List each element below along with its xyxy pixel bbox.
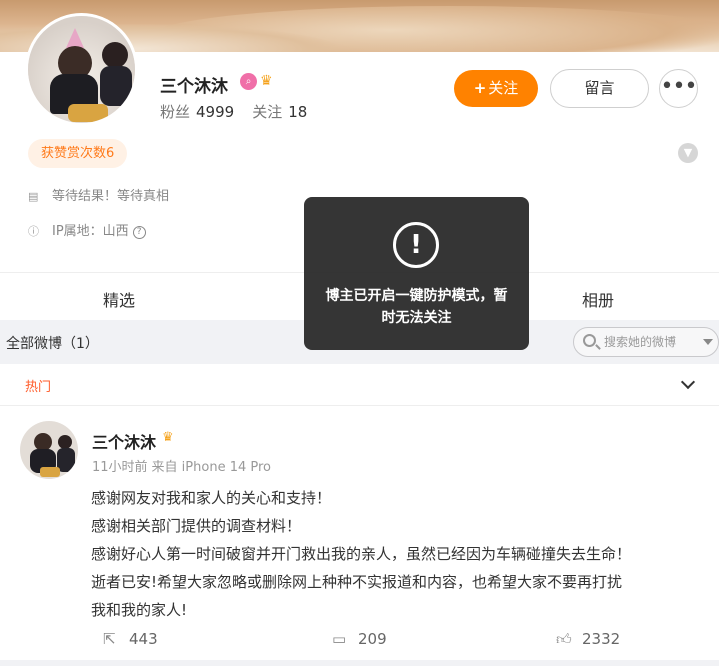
post-meta: 11小时前 来自 iPhone 14 Pro — [92, 456, 271, 475]
profile-name: 三个沐沐 — [160, 77, 228, 97]
post-author-name[interactable]: 三个沐沐 — [92, 429, 156, 453]
repost-button[interactable]: ⇱ 443 — [103, 630, 158, 648]
warning-icon: ! — [393, 222, 439, 268]
bio-row: ▤ 等待结果！等待真相 — [28, 185, 169, 204]
post-search[interactable] — [573, 327, 719, 357]
more-options-icon[interactable]: ••• — [659, 69, 698, 108]
profile-stats: 粉丝 4999 关注 18 — [160, 101, 325, 122]
avatar-cake — [40, 467, 60, 477]
ip-icon: ⓘ — [28, 225, 39, 238]
document-icon: ▤ — [28, 190, 39, 203]
hot-label: 热门 — [25, 380, 52, 395]
ip-row: ⓘ IP属地：山西? — [28, 220, 146, 239]
like-button[interactable]: 👍︎ 2332 — [556, 630, 620, 649]
post-content: 感谢网友对我和家人的关心和支持！ 感谢相关部门提供的调查材料！ 感谢好心人第一时… — [91, 484, 701, 624]
avatar-figure — [102, 42, 128, 68]
hot-section-header[interactable]: 热门 — [0, 364, 719, 406]
avatar-figure — [58, 435, 72, 449]
message-button[interactable]: 留言 — [550, 69, 649, 108]
share-icon: ⇱ — [103, 630, 116, 648]
fans-label[interactable]: 粉丝 — [160, 103, 190, 121]
following-count[interactable]: 18 — [288, 103, 307, 121]
post-line: 感谢相关部门提供的调查材料！ — [91, 517, 302, 535]
dropdown-caret-icon[interactable] — [703, 339, 713, 345]
tab-album[interactable]: 相册 — [582, 287, 614, 311]
profile-avatar[interactable] — [25, 13, 138, 126]
protection-toast: ! 博主已开启一键防护模式，暂时无法关注 — [304, 197, 529, 350]
chevron-down-icon[interactable] — [680, 374, 696, 390]
avatar-party-hat — [66, 28, 84, 48]
follow-button-label: 关注 — [488, 79, 519, 97]
help-icon[interactable]: ? — [132, 226, 146, 239]
comment-icon: ▭ — [332, 630, 347, 648]
chevron-down-icon[interactable]: ▼ — [678, 143, 698, 163]
post-source: 来自 iPhone 14 Pro — [151, 460, 271, 475]
following-label[interactable]: 关注 — [252, 103, 282, 121]
crown-icon[interactable]: ♛ — [260, 73, 273, 89]
crown-icon[interactable]: ♛ — [162, 430, 174, 445]
repost-count: 443 — [129, 630, 158, 648]
divider — [0, 660, 719, 666]
ip-text: IP属地：山西 — [52, 224, 129, 239]
like-count: 2332 — [582, 630, 621, 648]
plus-icon: + — [473, 79, 487, 97]
bio-text: 等待结果！等待真相 — [52, 189, 170, 204]
avatar-cake — [68, 104, 108, 122]
post-line: 感谢好心人第一时间破窗并开门救出我的亲人，虽然已经因为车辆碰撞失去生命！ — [91, 545, 632, 563]
comment-button[interactable]: ▭ 209 — [332, 630, 387, 648]
fans-count[interactable]: 4999 — [196, 103, 234, 121]
thumbs-up-icon: 👍︎ — [556, 630, 572, 648]
post-line: 感谢网友对我和家人的关心和支持！ — [91, 489, 332, 507]
search-input[interactable] — [604, 333, 694, 351]
all-posts-filter[interactable]: 全部微博（1） — [6, 333, 99, 353]
post-actions: ⇱ 443 ▭ 209 👍︎ 2332 — [0, 624, 719, 656]
search-badge-icon[interactable]: ⌕ — [240, 73, 257, 90]
post-time[interactable]: 11小时前 — [92, 460, 148, 475]
avatar-figure — [100, 66, 132, 106]
comment-count: 209 — [358, 630, 387, 648]
follow-button[interactable]: + 关注 — [454, 70, 538, 107]
reward-badge[interactable]: 获赞赏次数6 — [28, 139, 128, 168]
search-icon — [583, 334, 596, 347]
toast-message: 博主已开启一键防护模式，暂时无法关注 — [325, 288, 508, 326]
post-line: 我和我的家人! — [91, 601, 188, 619]
tab-featured[interactable]: 精选 — [103, 287, 135, 311]
post-author-avatar[interactable] — [20, 421, 78, 479]
post-line: 逝者已安!希望大家忽略或删除网上种种不实报道和内容，也希望大家不要再打扰 — [91, 573, 623, 591]
